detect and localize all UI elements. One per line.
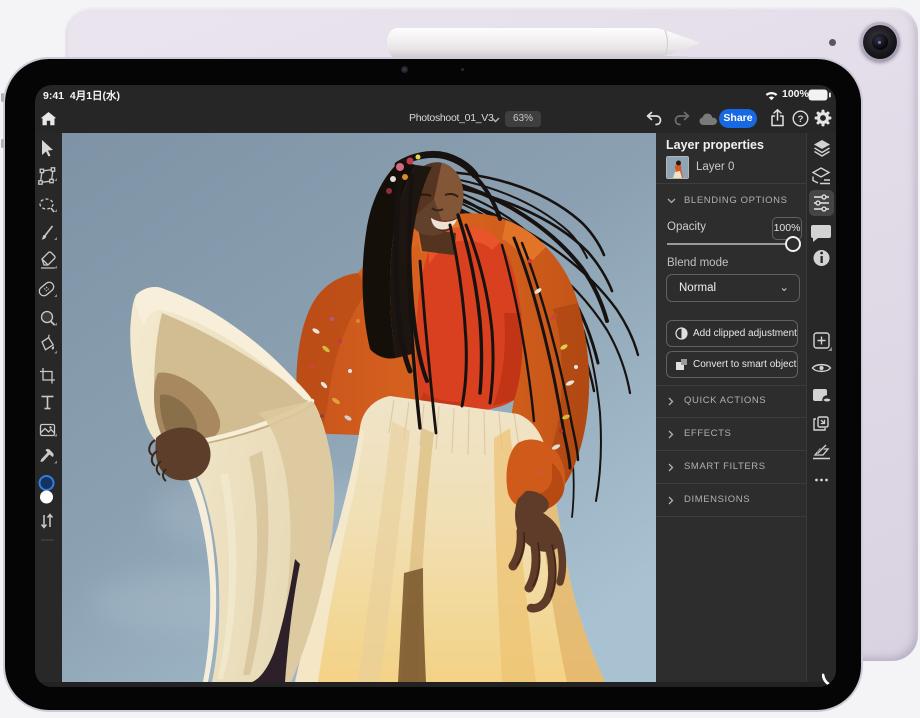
svg-text:?: ?	[798, 114, 804, 125]
